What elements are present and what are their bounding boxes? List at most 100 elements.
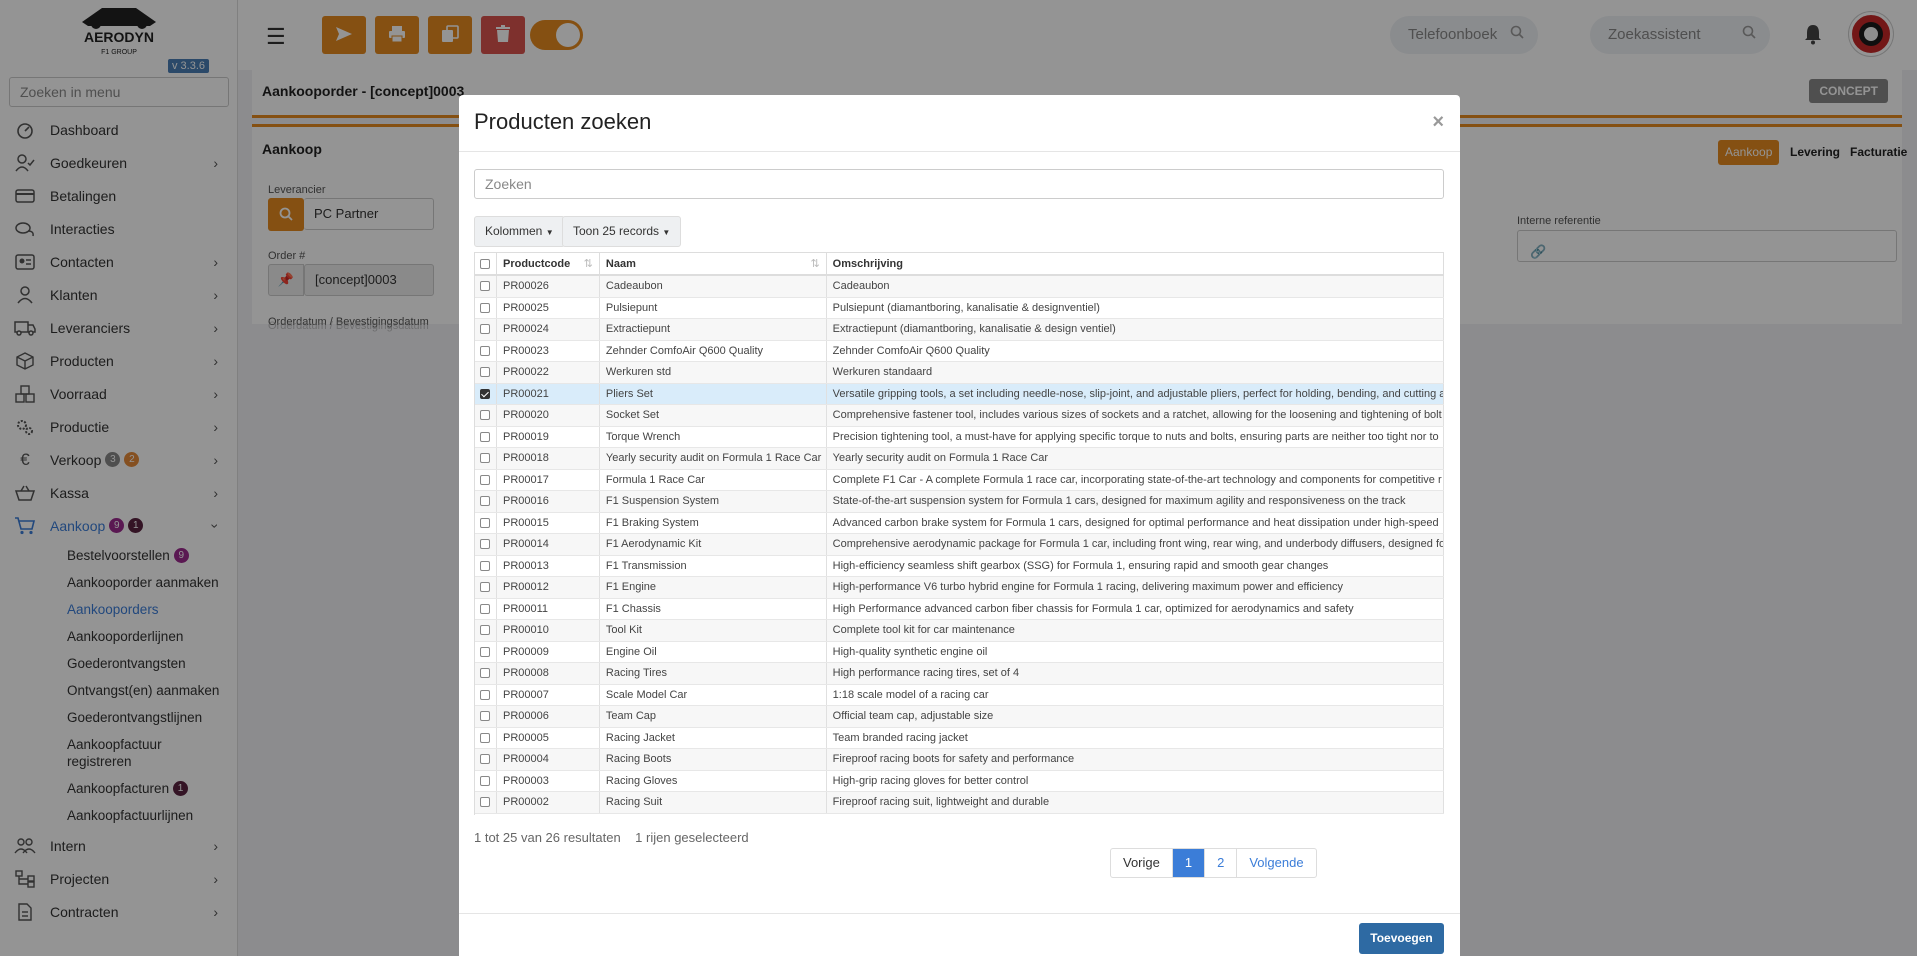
row-checkbox-cell[interactable]: [475, 276, 497, 297]
column-header-omschrijving[interactable]: Omschrijving: [827, 253, 1444, 274]
row-checkbox[interactable]: [480, 625, 491, 636]
table-row[interactable]: PR00022 Werkuren std Werkuren standaard: [475, 362, 1444, 384]
row-checkbox[interactable]: [480, 345, 491, 356]
row-checkbox[interactable]: [480, 797, 491, 808]
row-checkbox[interactable]: [480, 582, 491, 593]
row-checkbox[interactable]: [480, 603, 491, 614]
row-checkbox[interactable]: [480, 775, 491, 786]
pagination-page-2[interactable]: 2: [1205, 849, 1238, 877]
table-row[interactable]: PR00002 Racing Suit Fireproof racing suit,…: [475, 792, 1444, 814]
row-checkbox-cell[interactable]: [475, 469, 497, 490]
row-checkbox[interactable]: [480, 302, 491, 313]
table-row[interactable]: PR00017 Formula 1 Race Car Complete F1 Car…: [475, 469, 1444, 491]
row-checkbox-cell[interactable]: [475, 706, 497, 727]
table-row[interactable]: PR00005 Racing Jacket Team branded racing …: [475, 727, 1444, 749]
row-checkbox[interactable]: [480, 517, 491, 528]
pagination-next[interactable]: Volgende: [1237, 849, 1315, 877]
select-all-checkbox[interactable]: [480, 258, 491, 269]
table-row[interactable]: PR00023 Zehnder ComfoAir Q600 Quality Zehn…: [475, 340, 1444, 362]
cell-naam: Racing Gloves: [600, 770, 827, 791]
row-checkbox[interactable]: [480, 646, 491, 657]
cell-naam: Racing Suit: [600, 792, 827, 813]
table-row[interactable]: PR00025 Pulsiepunt Pulsiepunt (diamantbori…: [475, 297, 1444, 319]
product-search-input[interactable]: Zoeken: [474, 169, 1444, 199]
table-row[interactable]: PR00024 Extractiepunt Extractiepunt (diama…: [475, 319, 1444, 341]
table-row[interactable]: PR00007 Scale Model Car 1:18 scale model o…: [475, 684, 1444, 706]
row-checkbox[interactable]: [480, 367, 491, 378]
table-row[interactable]: PR00019 Torque Wrench Precision tightening…: [475, 426, 1444, 448]
table-row[interactable]: PR00015 F1 Braking System Advanced carbon …: [475, 512, 1444, 534]
row-checkbox[interactable]: [480, 453, 491, 464]
row-checkbox[interactable]: [480, 668, 491, 679]
row-checkbox-cell[interactable]: [475, 641, 497, 662]
table-row[interactable]: PR00009 Engine Oil High-quality synthetic …: [475, 641, 1444, 663]
row-checkbox-cell[interactable]: [475, 620, 497, 641]
row-checkbox[interactable]: [480, 539, 491, 550]
row-checkbox-cell[interactable]: [475, 491, 497, 512]
row-checkbox[interactable]: [480, 732, 491, 743]
row-checkbox-cell[interactable]: [475, 663, 497, 684]
row-checkbox-cell[interactable]: [475, 405, 497, 426]
row-checkbox[interactable]: [480, 754, 491, 765]
cell-productcode: PR00012: [497, 577, 600, 598]
row-checkbox-cell[interactable]: [475, 577, 497, 598]
cell-omschrijving: Yearly security audit on Formula 1 Race …: [827, 448, 1444, 469]
row-checkbox[interactable]: [480, 388, 491, 399]
row-checkbox-cell[interactable]: [475, 792, 497, 813]
table-row[interactable]: PR00004 Racing Boots Fireproof racing boot…: [475, 749, 1444, 771]
column-header-productcode[interactable]: Productcode ⇅: [497, 253, 600, 274]
row-checkbox-cell[interactable]: [475, 512, 497, 533]
table-row[interactable]: PR00008 Racing Tires High performance raci…: [475, 663, 1444, 685]
table-row[interactable]: PR00014 F1 Aerodynamic Kit Comprehensive a…: [475, 534, 1444, 556]
divider: [459, 151, 1460, 152]
table-row[interactable]: PR00016 F1 Suspension System State-of-the-…: [475, 491, 1444, 513]
table-row[interactable]: PR00018 Yearly security audit on Formula …: [475, 448, 1444, 470]
row-checkbox[interactable]: [480, 689, 491, 700]
row-checkbox[interactable]: [480, 496, 491, 507]
pagination-previous[interactable]: Vorige: [1111, 849, 1173, 877]
row-checkbox[interactable]: [480, 560, 491, 571]
row-checkbox-cell[interactable]: [475, 319, 497, 340]
select-all-checkbox-cell[interactable]: [475, 253, 497, 274]
row-checkbox-cell[interactable]: [475, 555, 497, 576]
table-row[interactable]: PR00012 F1 Engine High-performance V6 turb…: [475, 577, 1444, 599]
page-size-dropdown-button[interactable]: Toon 25 records ▼: [562, 216, 682, 247]
row-checkbox-cell[interactable]: [475, 727, 497, 748]
table-row[interactable]: PR00003 Racing Gloves High-grip racing glo…: [475, 770, 1444, 792]
row-checkbox[interactable]: [480, 281, 491, 292]
row-checkbox-cell[interactable]: [475, 770, 497, 791]
row-checkbox-cell[interactable]: [475, 684, 497, 705]
pagination-page-1[interactable]: 1: [1172, 849, 1206, 877]
column-header-naam[interactable]: Naam ⇅: [600, 253, 827, 274]
close-icon[interactable]: ×: [1432, 111, 1444, 134]
row-checkbox-cell[interactable]: [475, 297, 497, 318]
table-row[interactable]: PR00006 Team Cap Official team cap, adjust…: [475, 706, 1444, 728]
table-header-row: Productcode ⇅ Naam ⇅ Omschrijving: [475, 252, 1444, 276]
row-checkbox-cell[interactable]: [475, 383, 497, 404]
row-checkbox-cell[interactable]: [475, 426, 497, 447]
row-checkbox-cell[interactable]: [475, 448, 497, 469]
cell-productcode: PR00008: [497, 663, 600, 684]
add-button[interactable]: Toevoegen: [1359, 923, 1444, 954]
row-checkbox-cell[interactable]: [475, 340, 497, 361]
columns-dropdown-button[interactable]: Kolommen ▼: [474, 216, 565, 247]
cell-naam: Extractiepunt: [600, 319, 827, 340]
row-checkbox[interactable]: [480, 431, 491, 442]
row-checkbox[interactable]: [480, 410, 491, 421]
table-row[interactable]: PR00013 F1 Transmission High-efficiency se…: [475, 555, 1444, 577]
cell-omschrijving: Comprehensive aerodynamic package for Fo…: [827, 534, 1444, 555]
row-checkbox-cell[interactable]: [475, 598, 497, 619]
row-checkbox[interactable]: [480, 711, 491, 722]
table-row[interactable]: PR00026 Cadeaubon Cadeaubon: [475, 276, 1444, 298]
row-checkbox-cell[interactable]: [475, 362, 497, 383]
row-checkbox-cell[interactable]: [475, 534, 497, 555]
cell-naam: Torque Wrench: [600, 426, 827, 447]
row-checkbox[interactable]: [480, 474, 491, 485]
row-checkbox[interactable]: [480, 324, 491, 335]
table-row[interactable]: PR00011 F1 Chassis High Performance advanc…: [475, 598, 1444, 620]
cell-omschrijving: Complete F1 Car - A complete Formula 1 r…: [827, 469, 1444, 490]
table-row[interactable]: PR00010 Tool Kit Complete tool kit for car…: [475, 620, 1444, 642]
table-row[interactable]: PR00020 Socket Set Comprehensive fastener …: [475, 405, 1444, 427]
row-checkbox-cell[interactable]: [475, 749, 497, 770]
table-row[interactable]: PR00021 Pliers Set Versatile gripping tool…: [475, 383, 1444, 405]
